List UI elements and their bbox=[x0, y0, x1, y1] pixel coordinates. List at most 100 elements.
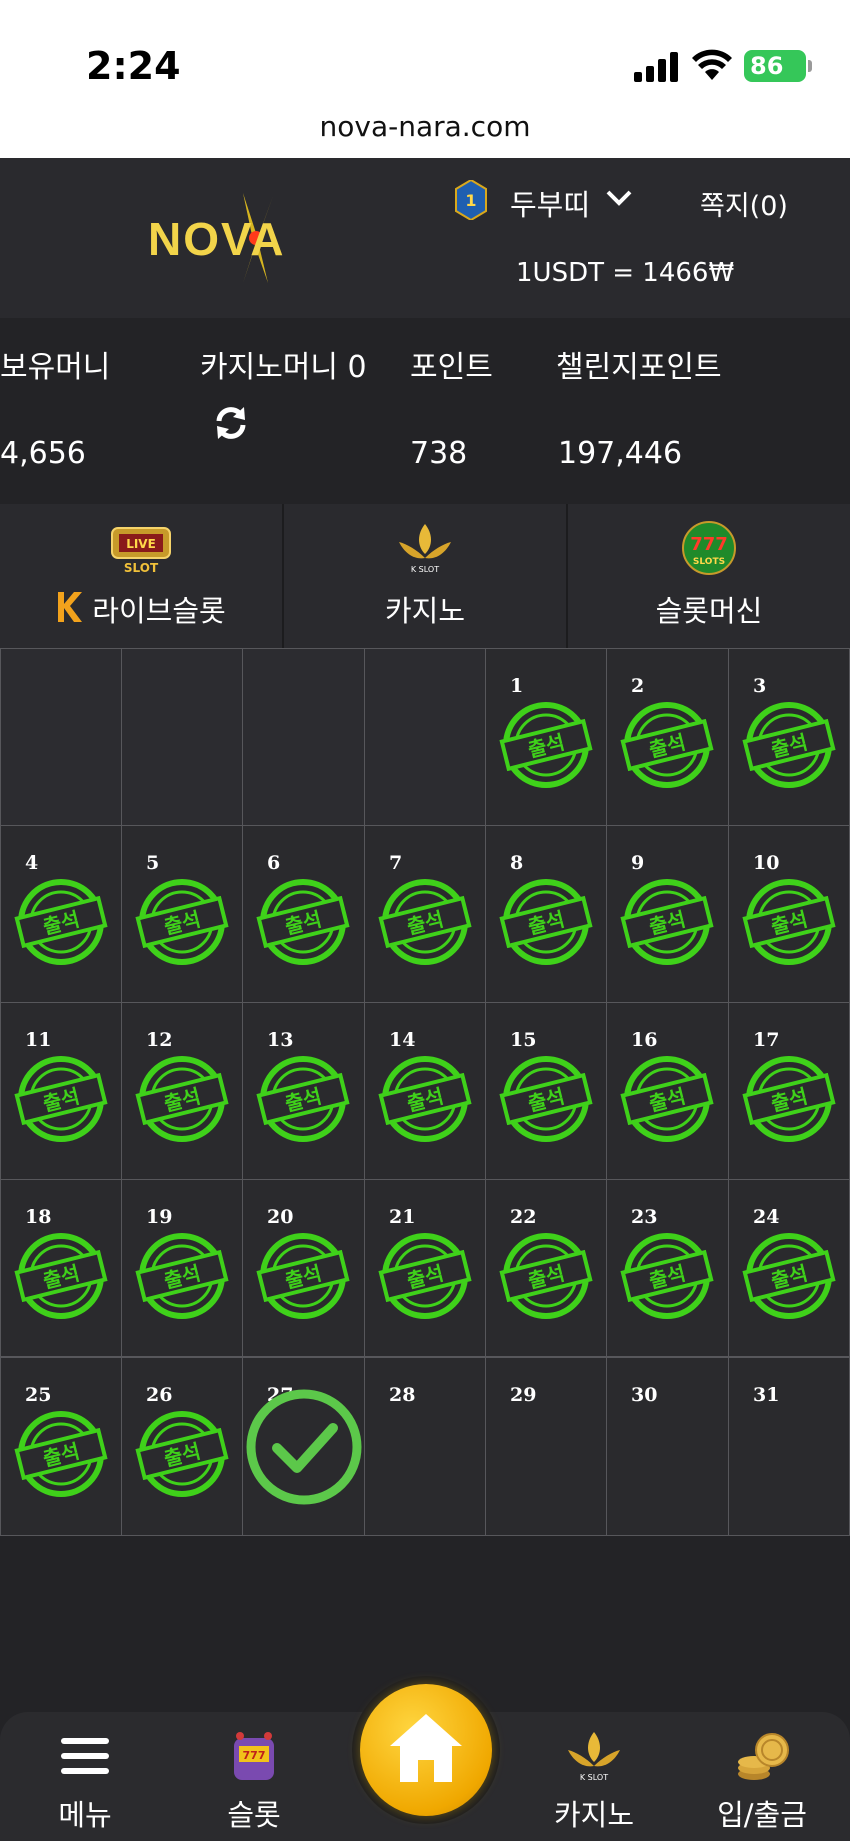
day-number: 25 bbox=[25, 1384, 52, 1406]
calendar-day-cell[interactable]: 출석 25 bbox=[0, 1357, 122, 1536]
calendar-day-cell[interactable]: 출석 21 bbox=[364, 1179, 486, 1357]
coin-stack-icon bbox=[738, 1733, 789, 1780]
day-number: 13 bbox=[267, 1029, 294, 1051]
day-number: 16 bbox=[631, 1029, 658, 1051]
logo-text: NOVA bbox=[148, 213, 286, 265]
nav-casino[interactable]: K SLOT 카지노 bbox=[534, 1728, 654, 1838]
tab-label: 라이브슬롯 bbox=[92, 594, 226, 628]
attendance-stamp-icon: 출석 bbox=[620, 1233, 714, 1319]
refresh-icon[interactable] bbox=[211, 403, 251, 443]
attendance-stamp-icon: 출석 bbox=[135, 1056, 229, 1142]
attendance-stamp-icon: 출석 bbox=[742, 1233, 836, 1319]
svg-text:1: 1 bbox=[465, 191, 476, 210]
day-number: 10 bbox=[753, 852, 780, 874]
calendar-day-cell[interactable]: 31 bbox=[728, 1357, 850, 1536]
calendar-day-cell[interactable]: 출석 5 bbox=[121, 825, 243, 1003]
nav-slot[interactable]: 777 슬롯 bbox=[194, 1728, 314, 1838]
calendar-day-cell[interactable]: 출석 2 bbox=[606, 648, 729, 826]
tab-live-slot[interactable]: LIVE SLOT 라이브슬롯 bbox=[0, 504, 282, 648]
nav-menu[interactable]: 메뉴 bbox=[25, 1728, 145, 1838]
attendance-stamp-icon: 출석 bbox=[499, 702, 593, 788]
balance-panel: 보유머니 4,656 카지노머니 0 포인트 738 챌린지포인트 197,44… bbox=[0, 318, 850, 504]
calendar-day-cell[interactable]: 출석 4 bbox=[0, 825, 122, 1003]
calendar-day-cell[interactable]: 출석 8 bbox=[485, 825, 607, 1003]
tab-label: 슬롯머신 bbox=[655, 594, 763, 628]
username[interactable]: 두부띠 bbox=[510, 182, 590, 224]
day-number: 17 bbox=[753, 1029, 780, 1051]
calendar-day-cell[interactable]: 29 bbox=[485, 1357, 607, 1536]
calendar-day-cell[interactable]: 30 bbox=[606, 1357, 729, 1536]
nav-label: 카지노 bbox=[553, 1798, 635, 1832]
chevron-down-icon[interactable] bbox=[606, 188, 632, 208]
tab-slot-machine[interactable]: 777 SLOTS 슬롯머신 bbox=[568, 504, 850, 648]
calendar-day-cell[interactable]: 출석 11 bbox=[0, 1002, 122, 1180]
calendar-day-cell[interactable]: 출석 15 bbox=[485, 1002, 607, 1180]
url-bar[interactable]: nova-nara.com bbox=[0, 105, 850, 158]
calendar-day-cell[interactable]: 출석 18 bbox=[0, 1179, 122, 1357]
calendar-day-cell[interactable]: 출석 14 bbox=[364, 1002, 486, 1180]
home-button[interactable] bbox=[360, 1684, 492, 1816]
attendance-stamp-icon: 출석 bbox=[14, 1233, 108, 1319]
attendance-stamp-icon: 출석 bbox=[499, 1056, 593, 1142]
calendar-day-cell[interactable]: 출석 16 bbox=[606, 1002, 729, 1180]
svg-text:SLOTS: SLOTS bbox=[693, 557, 725, 567]
attendance-stamp-icon: 출석 bbox=[620, 1056, 714, 1142]
calendar-day-cell[interactable]: 출석 17 bbox=[728, 1002, 850, 1180]
attendance-stamp-icon: 출석 bbox=[620, 702, 714, 788]
day-number: 30 bbox=[631, 1384, 658, 1406]
nav-label: 메뉴 bbox=[58, 1798, 112, 1832]
svg-text:SLOT: SLOT bbox=[124, 561, 159, 575]
calendar-day-cell[interactable]: 출석 3 bbox=[728, 648, 850, 826]
attendance-stamp-icon: 출석 bbox=[256, 1233, 350, 1319]
calendar-day-cell[interactable]: 28 bbox=[364, 1357, 486, 1536]
attendance-stamp-icon: 출석 bbox=[742, 702, 836, 788]
svg-text:K SLOT: K SLOT bbox=[411, 565, 439, 574]
calendar-day-cell[interactable]: 출석 7 bbox=[364, 825, 486, 1003]
svg-text:777: 777 bbox=[243, 1749, 266, 1762]
day-number: 24 bbox=[753, 1206, 780, 1228]
exchange-rate: 1USDT = 1466₩ bbox=[516, 258, 735, 288]
calendar-day-cell[interactable]: 출석 12 bbox=[121, 1002, 243, 1180]
home-button-wrap bbox=[352, 1676, 500, 1824]
nav-label: 슬롯 bbox=[227, 1798, 281, 1832]
signal-icon bbox=[634, 52, 680, 82]
calendar-day-cell[interactable]: 출석 22 bbox=[485, 1179, 607, 1357]
calendar-day-cell[interactable]: 출석 10 bbox=[728, 825, 850, 1003]
calendar-day-cell[interactable]: 27 bbox=[242, 1357, 365, 1536]
calendar-empty-cell bbox=[242, 648, 365, 826]
attendance-stamp-icon: 출석 bbox=[620, 879, 714, 965]
day-number: 11 bbox=[25, 1029, 52, 1051]
day-number: 23 bbox=[631, 1206, 658, 1228]
attendance-stamp-icon: 출석 bbox=[14, 1056, 108, 1142]
attendance-stamp-icon: 출석 bbox=[135, 879, 229, 965]
attendance-stamp-icon: 출석 bbox=[256, 879, 350, 965]
calendar-day-cell[interactable]: 출석 23 bbox=[606, 1179, 729, 1357]
day-number: 12 bbox=[146, 1029, 173, 1051]
attendance-stamp-icon: 출석 bbox=[499, 879, 593, 965]
calendar-day-cell[interactable]: 출석 20 bbox=[242, 1179, 365, 1357]
home-icon bbox=[390, 1714, 462, 1782]
calendar-day-cell[interactable]: 출석 1 bbox=[485, 648, 607, 826]
check-icon bbox=[246, 1389, 362, 1505]
attendance-stamp-icon: 출석 bbox=[499, 1233, 593, 1319]
calendar-day-cell[interactable]: 출석 24 bbox=[728, 1179, 850, 1357]
day-number: 14 bbox=[389, 1029, 416, 1051]
attendance-stamp-icon: 출석 bbox=[135, 1233, 229, 1319]
k-slot-lotus-icon: K SLOT bbox=[399, 524, 451, 574]
calendar-day-cell[interactable]: 출석 19 bbox=[121, 1179, 243, 1357]
tab-label: 카지노 bbox=[384, 594, 466, 628]
calendar-day-cell[interactable]: 출석 26 bbox=[121, 1357, 243, 1536]
nova-logo[interactable]: NOVA bbox=[148, 188, 328, 288]
calendar-day-cell[interactable]: 출석 9 bbox=[606, 825, 729, 1003]
attendance-stamp-icon: 출석 bbox=[256, 1056, 350, 1142]
attendance-stamp-icon: 출석 bbox=[378, 879, 472, 965]
point-value: 738 bbox=[410, 436, 468, 471]
nav-deposit-withdraw[interactable]: 입/출금 bbox=[702, 1728, 822, 1838]
calendar-day-cell[interactable]: 출석 13 bbox=[242, 1002, 365, 1180]
messages-link[interactable]: 쪽지(0) bbox=[700, 184, 788, 223]
777-slots-icon: 777 SLOTS bbox=[682, 521, 736, 575]
svg-text:LIVE: LIVE bbox=[126, 537, 156, 551]
challenge-point-value: 197,446 bbox=[558, 436, 683, 471]
calendar-day-cell[interactable]: 출석 6 bbox=[242, 825, 365, 1003]
tab-casino[interactable]: K SLOT 카지노 bbox=[284, 504, 566, 648]
